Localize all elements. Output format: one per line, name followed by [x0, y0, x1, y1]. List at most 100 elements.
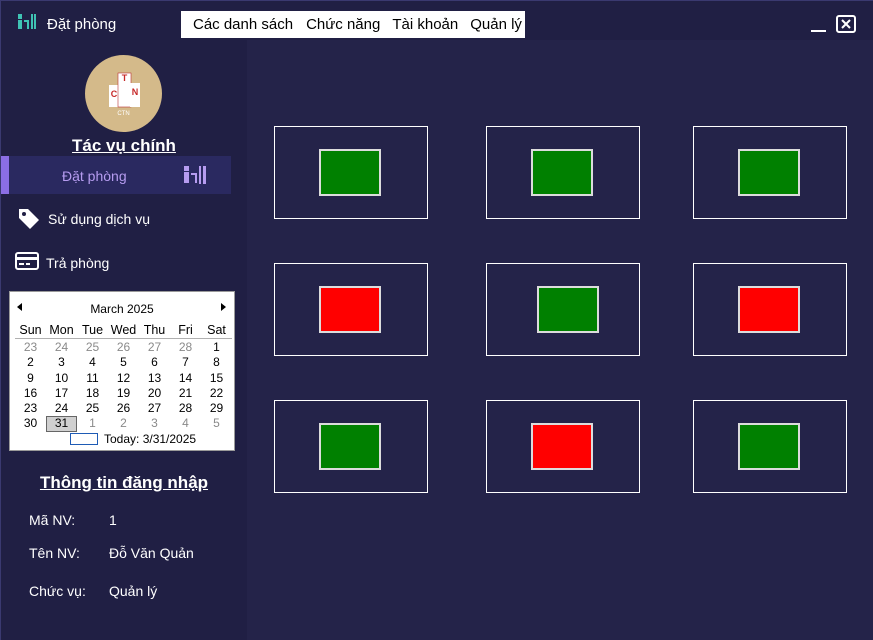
room-tile[interactable]: [693, 400, 847, 493]
calendar-day[interactable]: 18: [77, 386, 108, 401]
room-tile[interactable]: [693, 126, 847, 219]
menu-account[interactable]: Tài khoản: [386, 16, 464, 33]
calendar-day[interactable]: 24: [46, 340, 77, 355]
employee-name-value: Đỗ Văn Quản: [109, 545, 194, 561]
calendar-day[interactable]: 29: [201, 401, 232, 416]
room-status-indicator: [537, 286, 599, 333]
calendar-day[interactable]: 22: [201, 386, 232, 401]
today-label: Today: 3/31/2025: [104, 432, 197, 446]
nav-item-label: Đặt phòng: [62, 168, 127, 184]
booking-icon: [184, 166, 206, 184]
calendar-week-row: 2345678: [15, 355, 232, 370]
calendar-day[interactable]: 4: [170, 416, 201, 431]
calendar-day[interactable]: 2: [15, 355, 46, 370]
calendar-day[interactable]: 26: [108, 401, 139, 416]
svg-text:T: T: [122, 73, 128, 83]
svg-text:C: C: [111, 89, 118, 99]
close-button[interactable]: [836, 15, 856, 33]
sidebar: T C N CTN Tác vụ chính Đặt phòng Sử dụng…: [1, 40, 247, 640]
room-tile[interactable]: [274, 400, 428, 493]
calendar-day[interactable]: 8: [201, 355, 232, 370]
close-icon: [841, 19, 851, 29]
room-grid-panel: [247, 40, 873, 640]
calendar-day[interactable]: 17: [46, 386, 77, 401]
nav-item-booking[interactable]: Đặt phòng: [1, 156, 231, 194]
window-title: Đặt phòng: [47, 16, 117, 33]
nav-item-checkout[interactable]: Trả phòng: [1, 247, 231, 279]
calendar-day[interactable]: 19: [108, 386, 139, 401]
menu-management[interactable]: Quản lý: [464, 16, 528, 33]
weekday-label: Wed: [110, 323, 137, 337]
employee-id-value: 1: [109, 512, 117, 528]
nav-item-label: Trả phòng: [46, 255, 110, 271]
today-marker: [70, 433, 98, 445]
calendar-day[interactable]: 9: [15, 371, 46, 386]
employee-id-label: Mã NV:: [29, 512, 76, 528]
calendar-day[interactable]: 30: [15, 416, 46, 431]
menu-functions[interactable]: Chức năng: [300, 16, 386, 33]
room-tile[interactable]: [693, 263, 847, 356]
room-tile[interactable]: [486, 400, 640, 493]
section-title-main-tasks: Tác vụ chính: [72, 136, 176, 155]
room-tile[interactable]: [486, 263, 640, 356]
calendar-day[interactable]: 1: [77, 416, 108, 431]
month-calendar[interactable]: March 2025 Sun Mon Tue Wed Thu Fri Sat 2…: [9, 291, 235, 451]
room-status-indicator: [531, 423, 593, 470]
calendar-day[interactable]: 28: [170, 340, 201, 355]
room-tile[interactable]: [274, 263, 428, 356]
company-logo: T C N CTN: [85, 55, 162, 132]
calendar-day[interactable]: 2: [108, 416, 139, 431]
calendar-day[interactable]: 5: [201, 416, 232, 431]
calendar-day[interactable]: 5: [108, 355, 139, 370]
calendar-week-row: 16 17 18 19 20 21 22: [15, 386, 232, 401]
weekday-label: Sat: [207, 323, 226, 337]
calendar-day[interactable]: 28: [170, 401, 201, 416]
calendar-month-label[interactable]: March 2025: [10, 302, 234, 316]
calendar-week-row: 23 24 25 26 27 28 29: [15, 401, 232, 416]
calendar-day[interactable]: 11: [77, 371, 108, 386]
calendar-day[interactable]: 25: [77, 401, 108, 416]
calendar-day[interactable]: 13: [139, 371, 170, 386]
calendar-day[interactable]: 27: [139, 340, 170, 355]
calendar-week-row: 23 24 25 26 27 28 1: [15, 340, 232, 355]
calendar-day[interactable]: 7: [170, 355, 201, 370]
calendar-day[interactable]: 27: [139, 401, 170, 416]
calendar-day[interactable]: 26: [108, 340, 139, 355]
room-status-indicator: [531, 149, 593, 196]
nav-item-services[interactable]: Sử dụng dịch vụ: [1, 203, 231, 235]
minimize-button[interactable]: [811, 21, 827, 33]
active-indicator: [1, 156, 9, 194]
calendar-day[interactable]: 16: [15, 386, 46, 401]
calendar-day[interactable]: 1: [201, 340, 232, 355]
svg-text:N: N: [132, 87, 139, 97]
room-tile[interactable]: [486, 126, 640, 219]
room-tile[interactable]: [274, 126, 428, 219]
calendar-day[interactable]: 10: [46, 371, 77, 386]
calendar-weekdays: Sun Mon Tue Wed Thu Fri Sat: [15, 323, 232, 339]
room-status-indicator: [319, 286, 381, 333]
title-bar: Đặt phòng Các danh sách Chức năng Tài kh…: [1, 1, 873, 40]
calendar-day[interactable]: 20: [139, 386, 170, 401]
weekday-label: Sun: [19, 323, 42, 337]
calendar-day[interactable]: 23: [15, 340, 46, 355]
calendar-day[interactable]: 24: [46, 401, 77, 416]
menu-bar: Các danh sách Chức năng Tài khoản Quản l…: [181, 11, 525, 38]
tag-icon: [19, 209, 39, 229]
booking-icon: [18, 14, 36, 29]
calendar-day[interactable]: 4: [77, 355, 108, 370]
calendar-day[interactable]: 3: [139, 416, 170, 431]
calendar-day-selected[interactable]: 31: [46, 416, 77, 432]
weekday-label: Thu: [143, 323, 166, 337]
today-link[interactable]: Today: 3/31/2025: [70, 432, 196, 446]
calendar-day[interactable]: 25: [77, 340, 108, 355]
calendar-day[interactable]: 3: [46, 355, 77, 370]
calendar-day[interactable]: 6: [139, 355, 170, 370]
calendar-day[interactable]: 12: [108, 371, 139, 386]
menu-lists[interactable]: Các danh sách: [181, 16, 300, 33]
calendar-day[interactable]: 23: [15, 401, 46, 416]
calendar-day[interactable]: 15: [201, 371, 232, 386]
calendar-day[interactable]: 14: [170, 371, 201, 386]
next-month-icon[interactable]: [221, 303, 226, 311]
employee-role-value: Quản lý: [109, 583, 158, 599]
calendar-day[interactable]: 21: [170, 386, 201, 401]
